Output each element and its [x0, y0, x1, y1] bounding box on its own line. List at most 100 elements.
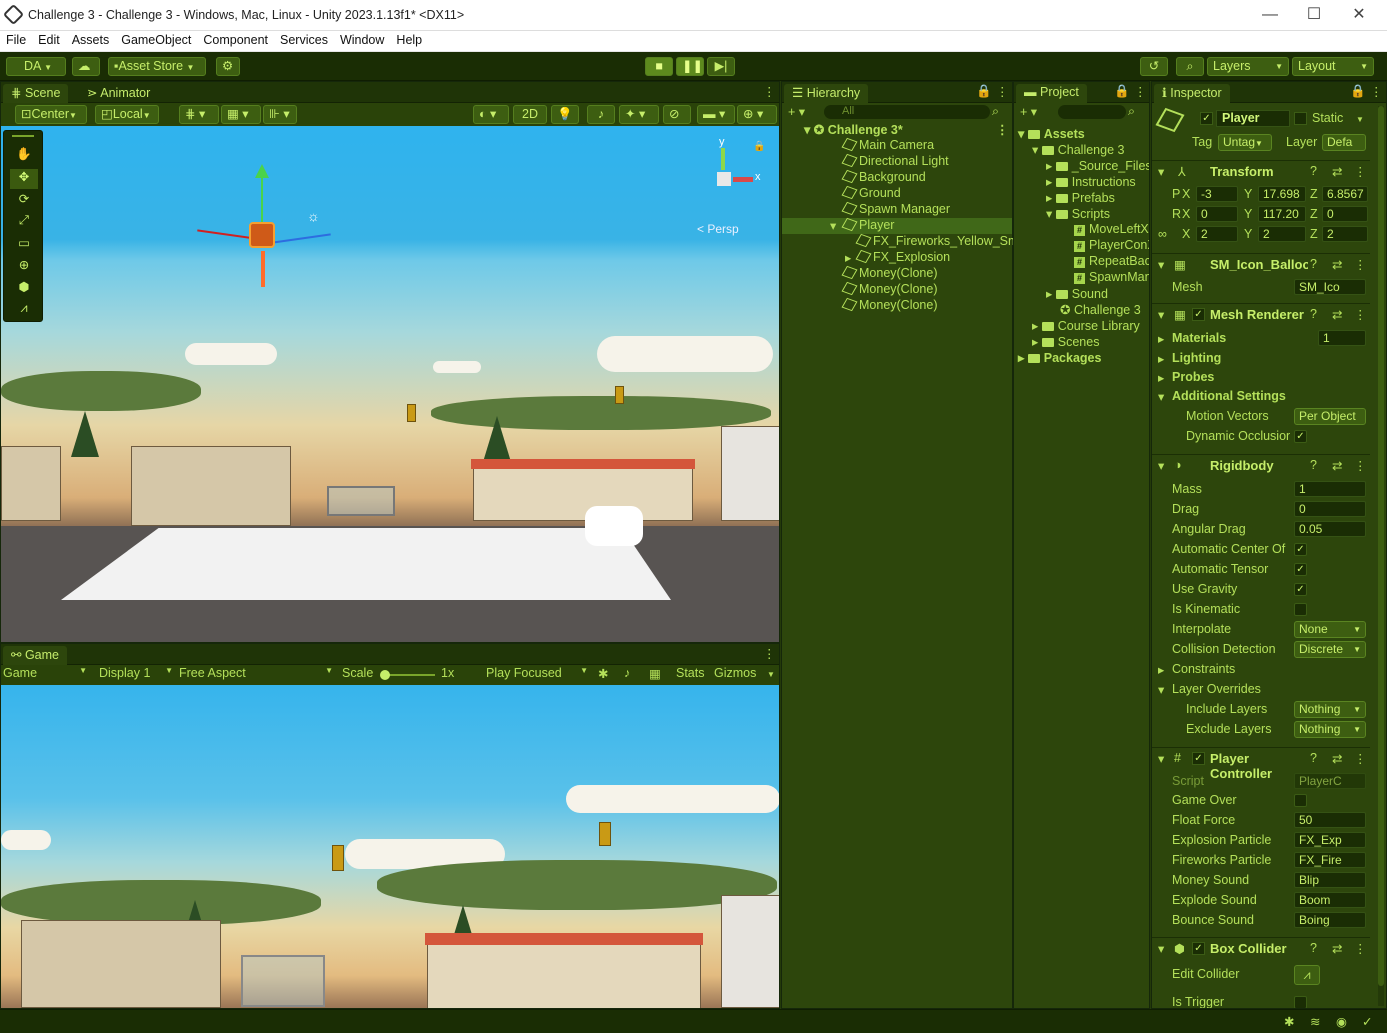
scale-slider-handle[interactable]	[380, 670, 390, 680]
cloud-icon[interactable]: ☁	[72, 57, 100, 76]
expand-arrow-icon[interactable]: ▸	[1158, 370, 1164, 385]
game-viewport[interactable]	[1, 685, 779, 1008]
tab-scene[interactable]: ⋕ Scene	[3, 84, 69, 103]
tab-hierarchy[interactable]: ☰ Hierarchy	[784, 84, 869, 103]
bounce-sound-field[interactable]: Boing	[1294, 912, 1366, 928]
account-dropdown[interactable]: DA ▼	[6, 57, 66, 76]
lighting-toggle-icon[interactable]: 💡	[551, 105, 579, 124]
gizmo-y-arrow[interactable]	[255, 164, 269, 178]
edit-collider-button[interactable]: ⩘	[1294, 965, 1320, 985]
lighting-row[interactable]: ▸ Lighting	[1152, 349, 1370, 369]
hierarchy-item[interactable]: Ground	[782, 185, 1012, 202]
collapse-arrow-icon[interactable]: ▾	[1158, 389, 1164, 404]
project-folder[interactable]: ▸ Packages	[1014, 350, 1149, 366]
search-filter-icon[interactable]: ⌕	[1128, 104, 1135, 119]
kebab-menu-icon[interactable]: ⋮	[1354, 458, 1367, 473]
project-folder[interactable]: ▾ Assets	[1014, 126, 1149, 142]
scale-z-field[interactable]: 2	[1322, 226, 1368, 242]
expand-arrow-icon[interactable]: ▸	[1158, 662, 1164, 677]
materials-count-field[interactable]: 1	[1318, 330, 1366, 346]
rect-tool-icon[interactable]: ▭	[12, 235, 36, 255]
scene-viewport[interactable]: ☼ y x < Persp 🔒	[1, 126, 779, 642]
add-object-button[interactable]: + ▾	[788, 104, 805, 119]
float-force-field[interactable]: 50	[1294, 812, 1366, 828]
hierarchy-search-input[interactable]: All	[824, 105, 990, 119]
auto-center-checkbox[interactable]: ✓	[1294, 543, 1307, 556]
rotation-x-field[interactable]: 0	[1196, 206, 1238, 222]
collider-tool-icon[interactable]: ⩘	[12, 301, 36, 321]
help-icon[interactable]: ?	[1310, 458, 1317, 472]
effects-toggle-icon[interactable]: ✦ ▾	[619, 105, 659, 124]
preset-icon[interactable]: ⇄	[1332, 164, 1342, 179]
menu-gameobject[interactable]: GameObject	[115, 31, 197, 47]
player-controller-header[interactable]: ▾ # ✓ Player Controller ? ⇄ ⋮	[1152, 747, 1370, 781]
static-dropdown-icon[interactable]: ▼	[1356, 111, 1364, 125]
scale-y-field[interactable]: 2	[1258, 226, 1306, 242]
asset-store-button[interactable]: ▪Asset Store ▼	[108, 57, 206, 76]
move-tool-icon[interactable]: ✥	[10, 169, 38, 189]
collapse-arrow-icon[interactable]: ▾	[1158, 164, 1164, 179]
grid-snap-icon[interactable]: ⋕ ▾	[179, 105, 219, 124]
project-folder[interactable]: ▸ _Source_Files	[1014, 158, 1149, 174]
collision-detection-dropdown[interactable]: Discrete ▼	[1294, 641, 1366, 658]
rigidbody-header[interactable]: ▾ ◑ Rigidbody ? ⇄ ⋮	[1152, 454, 1370, 476]
expand-arrow-icon[interactable]: ▾	[830, 218, 836, 233]
scale-x-field[interactable]: 2	[1196, 226, 1238, 242]
is-trigger-checkbox[interactable]	[1294, 996, 1307, 1008]
hierarchy-item[interactable]: Money(Clone)	[782, 297, 1012, 314]
include-layers-dropdown[interactable]: Nothing ▼	[1294, 701, 1366, 718]
box-collider-header[interactable]: ▾ ⬢ ✓ Box Collider ? ⇄ ⋮	[1152, 937, 1370, 959]
collapse-arrow-icon[interactable]: ▾	[1158, 458, 1164, 473]
hierarchy-item-selected[interactable]: ▾ Player	[782, 217, 1012, 234]
scrollbar[interactable]	[1378, 106, 1384, 1006]
hierarchy-item[interactable]: Money(Clone)	[782, 265, 1012, 282]
bug-report-icon[interactable]: ✱	[1284, 1014, 1294, 1029]
project-folder[interactable]: ▾ Scripts	[1014, 206, 1149, 222]
step-button[interactable]: ▶|	[707, 57, 735, 76]
help-icon[interactable]: ?	[1310, 941, 1317, 955]
mass-field[interactable]: 1	[1294, 481, 1366, 497]
project-script[interactable]: # SpawnManager	[1014, 270, 1149, 286]
auto-tensor-checkbox[interactable]: ✓	[1294, 563, 1307, 576]
player-balloon[interactable]	[249, 222, 275, 248]
lock-icon[interactable]: 🔒	[976, 84, 992, 99]
gizmo-z-axis[interactable]	[265, 233, 331, 245]
mute-audio-icon[interactable]: ♪	[624, 666, 630, 680]
cache-server-icon[interactable]: ≋	[1310, 1014, 1320, 1029]
orientation-x-axis[interactable]	[733, 177, 753, 182]
game-view-dropdown[interactable]: Game ▼	[3, 666, 87, 680]
help-icon[interactable]: ?	[1310, 257, 1317, 271]
static-checkbox[interactable]	[1294, 112, 1307, 125]
grid-visibility-icon[interactable]: ▦ ▾	[221, 105, 261, 124]
display-dropdown[interactable]: Display 1 ▼	[99, 666, 173, 680]
orientation-y-axis[interactable]	[721, 148, 725, 170]
money-sound-field[interactable]: Blip	[1294, 872, 1366, 888]
explosion-particle-field[interactable]: FX_Exp	[1294, 832, 1366, 848]
hand-tool-icon[interactable]: ✋	[12, 147, 36, 167]
interpolate-dropdown[interactable]: None ▼	[1294, 621, 1366, 638]
tab-animator[interactable]: ⋗ Animator	[79, 84, 158, 103]
layers-dropdown[interactable]: Layers ▼	[1207, 57, 1289, 76]
tab-game[interactable]: ⚯ Game	[3, 646, 67, 665]
lock-icon[interactable]: 🔒	[1114, 84, 1130, 99]
kebab-menu-icon[interactable]: ⋮	[1354, 941, 1367, 956]
expand-arrow-icon[interactable]: ▸	[845, 250, 851, 265]
project-script[interactable]: # RepeatBackground	[1014, 254, 1149, 270]
search-icon[interactable]: ⌕	[1176, 57, 1204, 76]
preset-icon[interactable]: ⇄	[1332, 941, 1342, 956]
menu-help[interactable]: Help	[390, 31, 428, 47]
orientation-gizmo-cube[interactable]	[717, 172, 731, 186]
project-script[interactable]: # PlayerConX	[1014, 238, 1149, 254]
tag-dropdown[interactable]: Untag▼	[1218, 134, 1272, 151]
hierarchy-item[interactable]: Background	[782, 169, 1012, 186]
hidden-objects-icon[interactable]: ⊘	[663, 105, 691, 124]
project-folder[interactable]: ▸ Scenes	[1014, 334, 1149, 350]
use-gravity-checkbox[interactable]: ✓	[1294, 583, 1307, 596]
game-over-checkbox[interactable]	[1294, 794, 1307, 807]
rotation-z-field[interactable]: 0	[1322, 206, 1368, 222]
kebab-menu-icon[interactable]: ⋮	[1354, 164, 1367, 179]
collapse-arrow-icon[interactable]: ▾	[1158, 941, 1164, 956]
materials-row[interactable]: ▸ Materials 1	[1152, 329, 1370, 349]
progress-icon[interactable]: ◉	[1336, 1014, 1347, 1029]
project-folder[interactable]: ▸ Instructions	[1014, 174, 1149, 190]
